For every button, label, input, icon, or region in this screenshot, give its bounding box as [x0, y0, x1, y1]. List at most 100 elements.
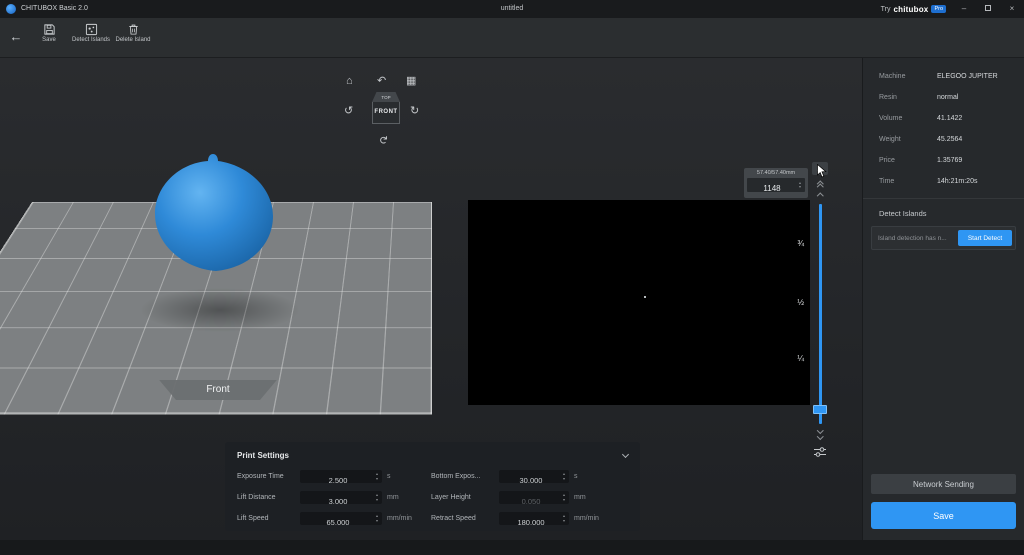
minimize-button[interactable]: – — [952, 0, 976, 18]
field-label: Lift Speed — [237, 515, 300, 522]
stat-value: normal — [937, 94, 958, 101]
maximize-icon — [985, 5, 991, 11]
detect-islands-row: Island detection has n... Start Detect — [871, 226, 1016, 250]
layer-steppers: ▴ ▾ — [796, 178, 804, 192]
detect-islands-tool-label: Detect Islands — [72, 37, 110, 44]
stepper-down-icon[interactable]: ▾ — [563, 498, 565, 503]
save-tool-button[interactable]: Save — [28, 21, 70, 44]
stepper-down-icon[interactable]: ▾ — [376, 477, 378, 482]
field-label: Exposure Time — [237, 473, 300, 480]
slider-handle[interactable] — [813, 405, 827, 414]
field-steppers: ▴ ▾ — [560, 491, 568, 504]
collapse-chevron-icon[interactable] — [622, 450, 629, 457]
field-steppers: ▴ ▾ — [373, 512, 381, 525]
rotate-left-icon[interactable]: ↺ — [344, 105, 353, 117]
bottom-exposure-input[interactable] — [499, 474, 569, 487]
stepper-down-icon[interactable]: ▾ — [376, 498, 378, 503]
field-unit: mm/min — [574, 515, 606, 522]
layer-input-wrap: ▴ ▾ — [747, 178, 805, 192]
step-up-button[interactable] — [815, 191, 825, 199]
detect-islands-icon — [85, 23, 98, 36]
undo-icon[interactable]: ↶ — [377, 75, 386, 87]
rotate-down-icon[interactable]: ↻ — [377, 135, 389, 144]
toolbar-buttons: Save Detect Islands Delete Islan — [28, 21, 154, 44]
detect-islands-tool-button[interactable]: Detect Islands — [70, 21, 112, 44]
floppy-icon — [43, 23, 56, 36]
home-view-icon[interactable]: ⌂ — [346, 75, 353, 87]
view-gadget: ⌂ ↶ ▦ ↺ ↻ ↻ TOP FRONT — [336, 72, 436, 154]
stat-value: 41.1422 — [937, 115, 962, 122]
pro-badge: Pro — [931, 5, 946, 13]
chitubox-window: CHITUBOX Basic 2.0 untitled Try chitubox… — [0, 0, 1024, 555]
delete-island-tool-label: Delete Island — [115, 37, 150, 44]
save-slice-button[interactable]: Save — [871, 502, 1016, 529]
status-bar — [0, 540, 1024, 555]
stat-value: 1.35769 — [937, 157, 962, 164]
slice-preview-panel — [468, 200, 810, 405]
layer-height-label: 57.40/57.40mm — [747, 170, 805, 177]
view-mode-icon[interactable]: ▦ — [406, 75, 416, 87]
field-steppers: ▴ ▾ — [373, 470, 381, 483]
field-input-wrap: ▴ ▾ — [300, 491, 382, 504]
stepper-down-icon[interactable]: ▾ — [376, 519, 378, 524]
jump-down-button[interactable] — [815, 428, 825, 441]
stepper-down-icon[interactable]: ▾ — [799, 185, 801, 190]
field-steppers: ▴ ▾ — [560, 470, 568, 483]
print-settings-fields: Exposure Time ▴ ▾ s Bottom Expos... ▴ ▾ — [225, 466, 640, 529]
window-controls: – × — [952, 0, 1024, 18]
settings-row: Lift Speed ▴ ▾ mm/min Retract Speed ▴ ▾ — [225, 508, 640, 529]
stepper-down-icon[interactable]: ▾ — [563, 477, 565, 482]
field-unit: mm — [387, 494, 419, 501]
retract-speed-input[interactable] — [499, 516, 569, 529]
maximize-button[interactable] — [976, 0, 1000, 18]
field-input-wrap: ▴ ▾ — [300, 470, 382, 483]
layer-height-input[interactable] — [499, 495, 569, 508]
cube-top-face[interactable]: TOP — [372, 92, 400, 102]
stepper-down-icon[interactable]: ▾ — [563, 519, 565, 524]
lift-distance-input[interactable] — [300, 495, 382, 508]
upgrade-promo[interactable]: Try chitubox Pro — [881, 0, 946, 18]
settings-row: Lift Distance ▴ ▾ mm Layer Height ▴ ▾ — [225, 487, 640, 508]
jump-up-button[interactable] — [815, 179, 825, 189]
model-3d[interactable] — [148, 148, 280, 278]
lift-speed-input[interactable] — [300, 516, 382, 529]
right-sidebar: Machine ELEGOO JUPITER Resin normal Volu… — [862, 58, 1024, 540]
layer-slider — [812, 162, 830, 472]
stat-value: ELEGOO JUPITER — [937, 73, 998, 80]
field-input-wrap: ▴ ▾ — [499, 491, 569, 504]
field-unit: mm — [574, 494, 606, 501]
stat-row-weight: Weight 45.2564 — [863, 129, 1024, 150]
print-settings-header[interactable]: Print Settings — [225, 442, 640, 462]
chevron-down-icon — [817, 433, 823, 439]
stat-row-time: Time 14h:21m:20s — [863, 171, 1024, 192]
save-tool-label: Save — [42, 37, 56, 44]
layer-range-button[interactable] — [813, 445, 827, 463]
rotate-right-icon[interactable]: ↻ — [410, 105, 419, 117]
slider-mark-half: ½ — [782, 298, 804, 307]
layer-indicator: 57.40/57.40mm ▴ ▾ — [744, 168, 808, 198]
slider-mark-quarter: ¼ — [782, 354, 804, 363]
delete-island-tool-button[interactable]: Delete Island — [112, 21, 154, 44]
stat-value: 45.2564 — [937, 136, 962, 143]
print-settings-title: Print Settings — [237, 451, 289, 460]
toolbar: ← Save Detect Islands — [0, 18, 1024, 58]
document-title: untitled — [0, 0, 1024, 18]
back-button[interactable]: ← — [6, 18, 26, 56]
detect-islands-section-title: Detect Islands — [863, 199, 1024, 226]
field-label: Retract Speed — [431, 515, 499, 522]
stat-row-volume: Volume 41.1422 — [863, 108, 1024, 129]
exposure-time-input[interactable] — [300, 474, 382, 487]
stat-label: Price — [879, 157, 937, 164]
settings-row: Exposure Time ▴ ▾ s Bottom Expos... ▴ ▾ — [225, 466, 640, 487]
navigation-cube[interactable]: TOP FRONT — [372, 92, 400, 124]
field-unit: s — [574, 473, 606, 480]
title-bar: CHITUBOX Basic 2.0 untitled Try chitubox… — [0, 0, 1024, 18]
slice-content — [644, 296, 646, 298]
stat-value: 14h:21m:20s — [937, 178, 977, 185]
start-detect-button[interactable]: Start Detect — [958, 230, 1012, 246]
close-button[interactable]: × — [1000, 0, 1024, 18]
network-sending-button[interactable]: Network Sending — [871, 474, 1016, 494]
chevron-up-icon — [817, 193, 823, 199]
cube-front-face[interactable]: FRONT — [372, 102, 400, 124]
slider-track[interactable] — [819, 204, 822, 424]
